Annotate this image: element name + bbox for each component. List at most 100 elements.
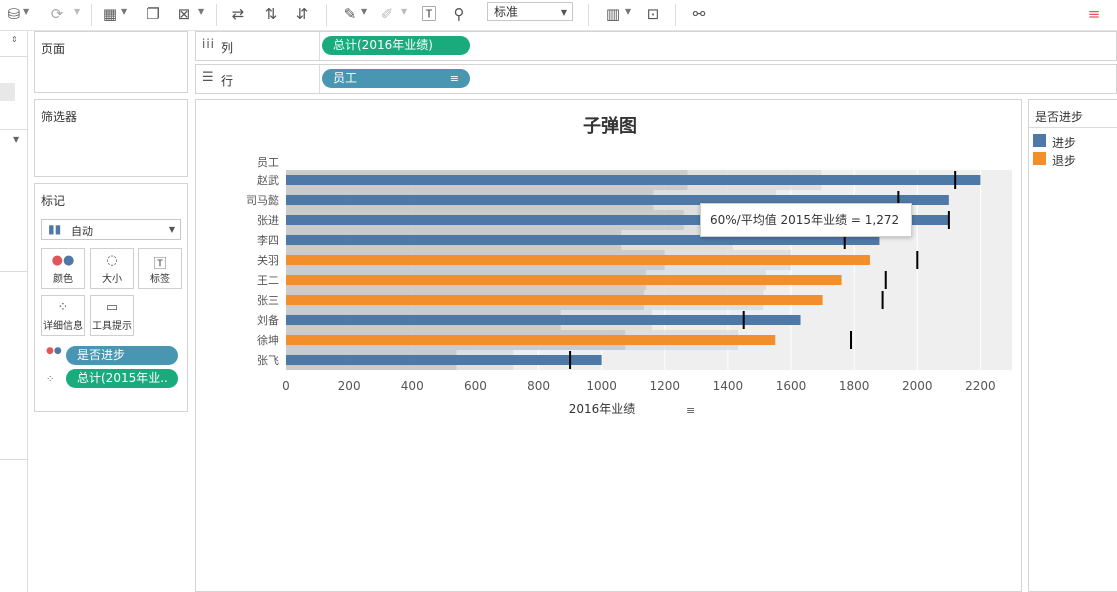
bar: [286, 355, 602, 365]
chevron-down-icon[interactable]: ▼: [13, 135, 19, 144]
divider: [0, 56, 27, 57]
divider: [319, 32, 320, 60]
tooltip-button[interactable]: ▭ 工具提示: [90, 295, 134, 336]
legend-title: 是否进步: [1035, 110, 1084, 124]
pages-card[interactable]: 页面: [34, 31, 188, 93]
pill-sum-2015[interactable]: 总计(2015年业..: [66, 369, 178, 388]
legend-item-progress[interactable]: 进步: [1033, 133, 1113, 150]
detail-dots-icon: ⁘: [57, 300, 69, 315]
rows-label: 行: [221, 74, 234, 88]
show-me-icon[interactable]: ≡: [1084, 4, 1104, 24]
x-tick-label: 2000: [902, 379, 933, 393]
toolbar: ⛁ ▼ ⟳ ▼ ▦ ▼ ❐ ⊠ ▼ ⇄ ⇅ ⇵ ✎ ▼ ✐ ▼ 🅃 ⚲ 标准 ▼…: [0, 0, 1117, 31]
columns-icon: iii: [202, 37, 216, 51]
color-button[interactable]: ●● 颜色: [41, 248, 85, 289]
scroll-arrows-icon[interactable]: ⇕: [11, 35, 18, 44]
category-label[interactable]: 赵武: [257, 173, 279, 187]
refresh-icon[interactable]: ⟳: [47, 4, 67, 24]
size-button[interactable]: ◌ 大小: [90, 248, 134, 289]
share-icon[interactable]: ⚯: [689, 4, 709, 24]
chevron-down-icon: ▼: [168, 225, 175, 234]
presentation-icon[interactable]: ⊡: [643, 4, 663, 24]
category-label[interactable]: 司马懿: [246, 193, 279, 207]
category-label[interactable]: 关羽: [257, 253, 279, 267]
duplicate-icon[interactable]: ❐: [143, 4, 163, 24]
label-button[interactable]: 🅃 标签: [138, 248, 182, 289]
x-tick-label: 1200: [650, 379, 681, 393]
color-dots-icon: ●●: [51, 253, 75, 268]
category-label[interactable]: 张进: [257, 214, 279, 227]
chevron-down-icon[interactable]: ▼: [198, 7, 204, 16]
clear-sheet-icon[interactable]: ⊠: [174, 4, 194, 24]
toolbar-separator: [91, 4, 92, 26]
pages-title: 页面: [41, 42, 66, 56]
category-label[interactable]: 张飞: [257, 354, 279, 367]
size-button-label: 大小: [102, 274, 122, 285]
sort-icon[interactable]: ≡: [686, 404, 695, 417]
selected-item[interactable]: [0, 83, 15, 101]
divider: [319, 65, 320, 93]
detail-button[interactable]: ⁘ 详细信息: [41, 295, 85, 336]
chevron-down-icon[interactable]: ▼: [361, 7, 367, 16]
detail-button-label: 详细信息: [43, 321, 83, 332]
sort-descending-icon[interactable]: ⇵: [292, 4, 312, 24]
tooltip-button-label: 工具提示: [92, 321, 132, 332]
chevron-down-icon[interactable]: ▼: [401, 7, 407, 16]
bar-chart-icon: ▮▮: [48, 222, 62, 236]
chevron-down-icon[interactable]: ▼: [121, 7, 127, 16]
divider: [1029, 127, 1117, 128]
show-cards-icon[interactable]: ▥: [603, 4, 623, 24]
fit-select[interactable]: 标准 ▼: [487, 2, 573, 21]
category-label[interactable]: 张三: [257, 294, 279, 307]
bullet-chart: 子弹图 员工 赵武司马懿张进李四关羽王二张三刘备徐坤张飞 0 200 400 600 8…: [246, 115, 1012, 417]
pin-icon[interactable]: ⚲: [449, 4, 469, 24]
chart-title: 子弹图: [583, 115, 637, 137]
color-legend: 是否进步 进步 退步: [1028, 99, 1117, 592]
x-tick-label: 2200: [965, 379, 996, 393]
columns-shelf[interactable]: iii 列 总计(2016年业绩): [195, 31, 1117, 61]
divider: [0, 129, 27, 130]
category-label[interactable]: 徐坤: [257, 333, 279, 347]
x-axis-title[interactable]: 2016年业绩: [569, 402, 636, 416]
marks-card: 标记 ▮▮ 自动 ▼ ●● 颜色 ◌ 大小 🅃 标签 ⁘ 详细信息 ▭ 工具提示…: [34, 183, 188, 412]
highlight-icon[interactable]: ✎: [340, 4, 360, 24]
chevron-down-icon[interactable]: ▼: [625, 7, 631, 16]
filters-card[interactable]: 筛选器: [34, 99, 188, 177]
legend-item-regress[interactable]: 退步: [1033, 151, 1113, 168]
chevron-down-icon[interactable]: ▼: [23, 7, 29, 16]
category-label[interactable]: 李四: [257, 233, 279, 247]
sort-descending-icon[interactable]: ≡: [450, 69, 459, 88]
database-icon[interactable]: ⛁: [4, 4, 24, 24]
bar: [286, 175, 981, 185]
data-pane-edge: ⇕ ▼: [0, 31, 28, 592]
pill-sum-2015-label: 总计(2015年业..: [77, 371, 168, 385]
paperclip-icon[interactable]: ✐: [377, 4, 397, 24]
pill-is-progress[interactable]: 是否进步: [66, 346, 178, 365]
rows-shelf[interactable]: ☰ 行 员工 ≡: [195, 64, 1117, 94]
rows-icon: ☰: [202, 70, 214, 85]
tooltip-icon: ▭: [105, 300, 119, 315]
x-tick-label: 1000: [586, 379, 617, 393]
pill-employee[interactable]: 员工 ≡: [322, 69, 470, 88]
legend-item-label: 退步: [1052, 154, 1077, 168]
sort-ascending-icon[interactable]: ⇅: [261, 4, 281, 24]
new-worksheet-icon[interactable]: ▦: [100, 4, 120, 24]
bar: [286, 255, 870, 265]
tooltip: 60%/平均值 2015年业绩 = 1,272: [700, 203, 912, 237]
label-toggle-icon[interactable]: 🅃: [419, 4, 439, 24]
legend-swatch: [1033, 152, 1046, 165]
color-button-label: 颜色: [53, 274, 73, 285]
row-header-label[interactable]: 员工: [257, 156, 279, 169]
x-axis: 0 200 400 600 800 1000 1200 1400 1600 1800 2000 220…: [282, 379, 996, 393]
marks-title: 标记: [41, 194, 66, 208]
bar: [286, 335, 776, 345]
chevron-down-icon[interactable]: ▼: [74, 7, 80, 16]
toolbar-separator: [326, 4, 327, 26]
category-label[interactable]: 王二: [257, 274, 279, 287]
pill-sum-2016[interactable]: 总计(2016年业绩): [322, 36, 470, 55]
pill-employee-label: 员工: [333, 71, 358, 85]
category-label[interactable]: 刘备: [257, 313, 279, 327]
legend-swatch: [1033, 134, 1046, 147]
swap-icon[interactable]: ⇄: [228, 4, 248, 24]
mark-type-select[interactable]: ▮▮ 自动 ▼: [41, 219, 181, 240]
